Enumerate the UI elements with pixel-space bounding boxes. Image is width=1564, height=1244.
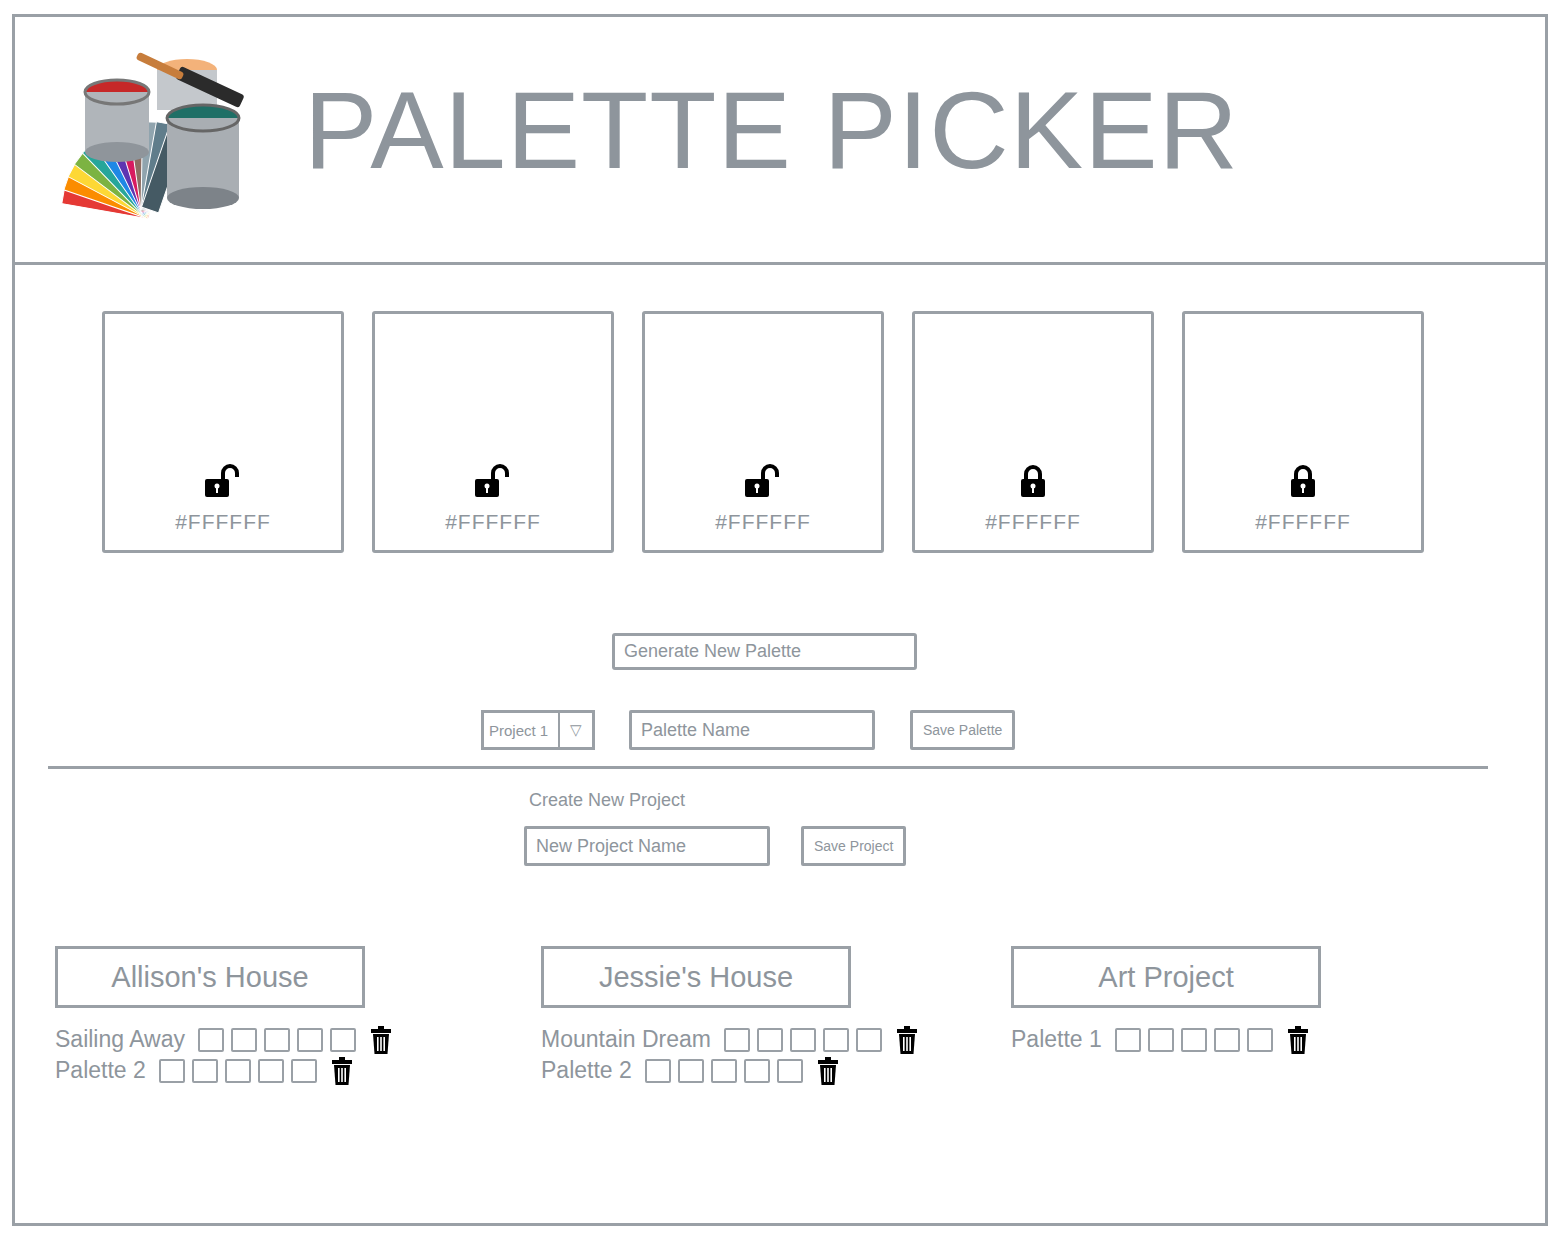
palette-color-box — [790, 1028, 816, 1052]
project-title: Art Project — [1011, 946, 1321, 1008]
save-project-button[interactable]: Save Project — [801, 826, 906, 866]
palette-color-box — [645, 1059, 671, 1083]
project-card: Art Project Palette 1 — [1011, 946, 1545, 1086]
project-card: Jessie's House Mountain Dream Palette 2 — [541, 946, 1011, 1086]
palette-color-box — [192, 1059, 218, 1083]
color-swatch[interactable]: #FFFFFF — [642, 311, 884, 553]
hex-code: #FFFFFF — [1255, 510, 1351, 534]
unlocked-padlock-icon[interactable] — [203, 464, 243, 498]
hex-code: #FFFFFF — [445, 510, 541, 534]
trash-icon[interactable] — [897, 1026, 917, 1054]
palette-color-box — [330, 1028, 356, 1052]
trash-icon[interactable] — [818, 1057, 838, 1085]
app-frame: PALETTE PICKER#FFFFFF#FFFFFF#FFFFFF#FFFF… — [12, 14, 1548, 1226]
saved-palette-row[interactable]: Palette 2 — [55, 1055, 541, 1086]
saved-palette-name: Palette 2 — [541, 1057, 632, 1084]
saved-palette-name: Mountain Dream — [541, 1026, 711, 1053]
trash-icon[interactable] — [371, 1026, 391, 1054]
header: PALETTE PICKER — [15, 17, 1545, 265]
project-select[interactable]: Project 1▽ — [481, 710, 595, 750]
saved-palette-row[interactable]: Mountain Dream — [541, 1024, 1011, 1055]
locked-padlock-icon[interactable] — [1288, 464, 1318, 498]
project-select-value: Project 1 — [484, 713, 560, 747]
color-swatch[interactable]: #FFFFFF — [912, 311, 1154, 553]
palette-color-box — [711, 1059, 737, 1083]
app-title: PALETTE PICKER — [304, 66, 1239, 193]
palette-name-input[interactable] — [629, 710, 875, 750]
palette-color-box — [264, 1028, 290, 1052]
project-name-input[interactable] — [524, 826, 770, 866]
palette-color-box — [198, 1028, 224, 1052]
hex-code: #FFFFFF — [985, 510, 1081, 534]
palette-color-box — [1115, 1028, 1141, 1052]
palette-color-box — [823, 1028, 849, 1052]
palette-color-box — [757, 1028, 783, 1052]
color-swatch[interactable]: #FFFFFF — [372, 311, 614, 553]
palette-color-box — [1247, 1028, 1273, 1052]
palette-color-box — [1214, 1028, 1240, 1052]
palette-color-box — [291, 1059, 317, 1083]
palette-color-box — [1181, 1028, 1207, 1052]
saved-palette-name: Palette 2 — [55, 1057, 146, 1084]
project-title: Allison's House — [55, 946, 365, 1008]
saved-palette-row[interactable]: Sailing Away — [55, 1024, 541, 1055]
palette-color-box — [231, 1028, 257, 1052]
palette-color-box — [856, 1028, 882, 1052]
color-swatch[interactable]: #FFFFFF — [1182, 311, 1424, 553]
paint-cans-logo-icon — [55, 40, 260, 225]
swatch-row: #FFFFFF #FFFFFF #FFFFFF #FFFFFF #FFFFFF — [15, 265, 1545, 553]
saved-palette-row[interactable]: Palette 2 — [541, 1055, 1011, 1086]
palette-color-box — [297, 1028, 323, 1052]
saved-palette-row[interactable]: Palette 1 — [1011, 1024, 1545, 1055]
generate-palette-button[interactable]: Generate New Palette — [612, 633, 917, 670]
project-list: Allison's HouseSailing AwayPalette 2Jess… — [15, 946, 1545, 1086]
palette-color-box — [1148, 1028, 1174, 1052]
locked-padlock-icon[interactable] — [1018, 464, 1048, 498]
palette-color-box — [225, 1059, 251, 1083]
palette-color-box — [258, 1059, 284, 1083]
project-title: Jessie's House — [541, 946, 851, 1008]
saved-palette-name: Sailing Away — [55, 1026, 185, 1053]
unlocked-padlock-icon[interactable] — [473, 464, 513, 498]
hex-code: #FFFFFF — [175, 510, 271, 534]
project-card: Allison's House Sailing Away Palette 2 — [55, 946, 541, 1086]
divider — [48, 766, 1488, 769]
palette-color-box — [678, 1059, 704, 1083]
trash-icon[interactable] — [1288, 1026, 1308, 1054]
create-project-heading: Create New Project — [529, 789, 1545, 811]
palette-color-box — [159, 1059, 185, 1083]
create-project-row: Save Project — [524, 826, 1545, 866]
save-palette-row: Project 1▽ Save Palette — [481, 710, 1545, 750]
unlocked-padlock-icon[interactable] — [743, 464, 783, 498]
color-swatch[interactable]: #FFFFFF — [102, 311, 344, 553]
trash-icon[interactable] — [332, 1057, 352, 1085]
palette-color-box — [724, 1028, 750, 1052]
hex-code: #FFFFFF — [715, 510, 811, 534]
dropdown-arrow-icon[interactable]: ▽ — [560, 713, 592, 747]
main-area: #FFFFFF #FFFFFF #FFFFFF #FFFFFF #FFFFFF Gener… — [15, 265, 1545, 1086]
palette-color-box — [777, 1059, 803, 1083]
saved-palette-name: Palette 1 — [1011, 1026, 1102, 1053]
save-palette-button[interactable]: Save Palette — [910, 710, 1015, 750]
palette-color-box — [744, 1059, 770, 1083]
